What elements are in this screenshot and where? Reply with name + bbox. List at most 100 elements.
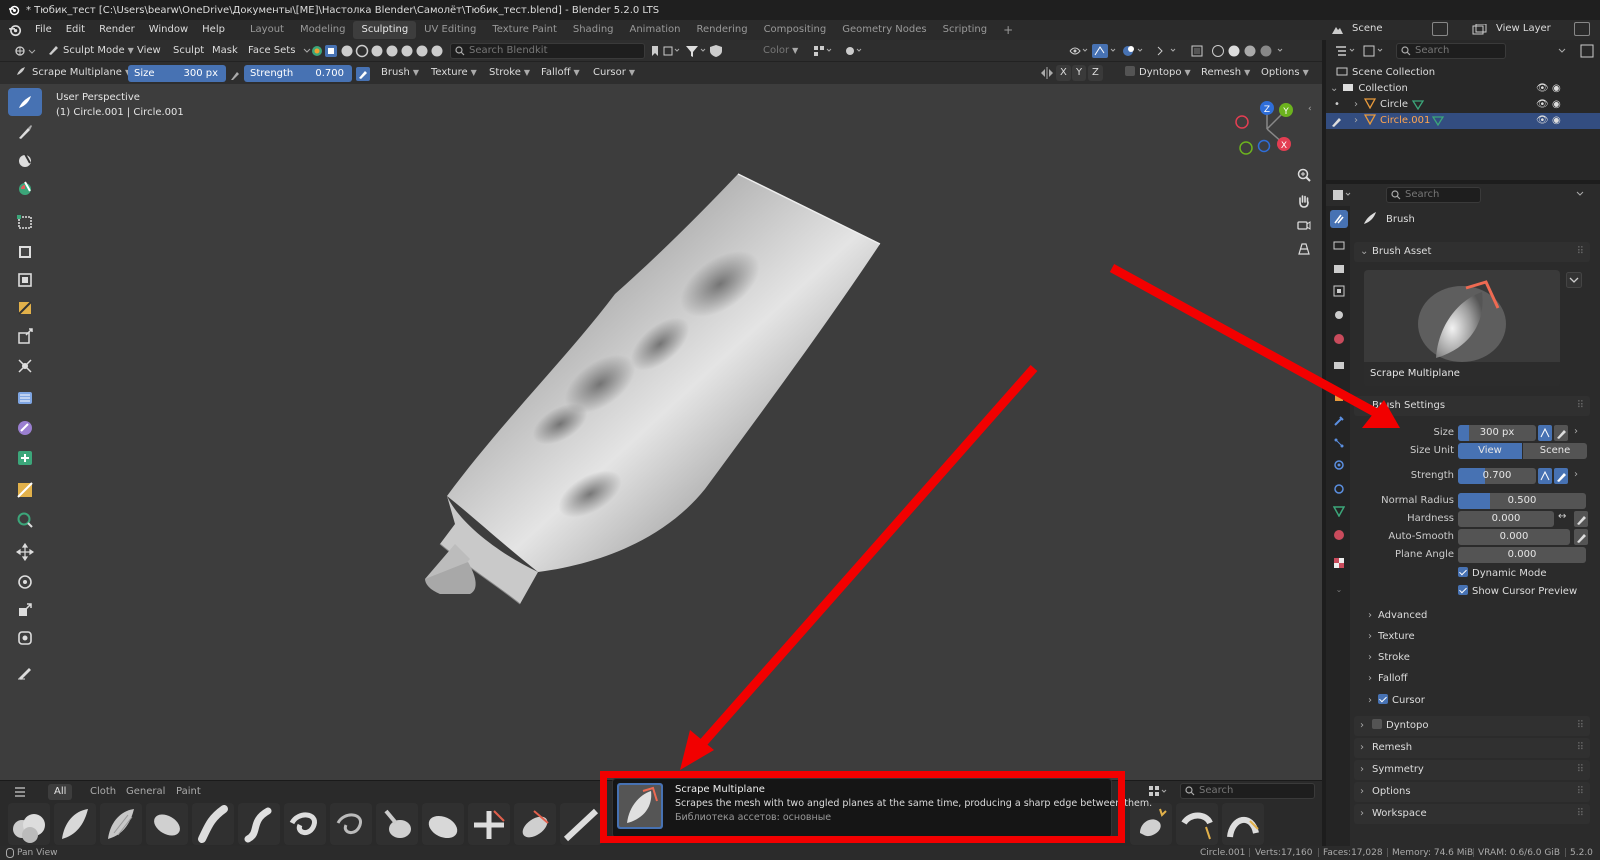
outliner-item-circle[interactable]: • › Circle 👁 ◉ — [1326, 97, 1600, 113]
shelf-category-cloth[interactable]: Cloth — [84, 784, 122, 800]
subpanel-advanced[interactable]: › Advanced — [1368, 610, 1427, 621]
strength-field[interactable]: Strength 0.700 — [244, 65, 352, 82]
tool-box-trim-icon[interactable] — [8, 294, 42, 322]
brush-thumb-draw[interactable] — [238, 803, 280, 845]
subpanel-stroke[interactable]: › Stroke — [1368, 652, 1410, 663]
tool-box-mask-icon[interactable] — [8, 208, 42, 236]
strength-pressure-icon[interactable] — [356, 67, 370, 81]
tab-sculpting[interactable]: Sculpting — [353, 21, 417, 39]
size-pressure-icon[interactable] — [229, 69, 241, 81]
brush-asset-dropdown-icon[interactable] — [1566, 272, 1582, 288]
tab-scripting[interactable]: Scripting — [935, 21, 995, 39]
tool-mesh-filter-icon[interactable] — [8, 352, 42, 380]
3d-viewport[interactable]: Z Y X — [0, 84, 1322, 780]
tool-box-hide-icon[interactable] — [8, 238, 42, 266]
tab-output-icon[interactable] — [1330, 260, 1348, 278]
tab-object-icon[interactable] — [1330, 388, 1348, 406]
circle-render-icon[interactable]: ◉ — [1552, 97, 1561, 113]
normal-radius-slider[interactable]: 0.500 — [1458, 493, 1586, 509]
hardness-slider[interactable]: 0.000 — [1458, 511, 1554, 527]
tab-rendering[interactable]: Rendering — [688, 21, 755, 39]
tool-face-set-expand-icon[interactable] — [8, 506, 42, 534]
tab-tool-icon[interactable] — [1330, 210, 1348, 228]
tab-texture-icon[interactable] — [1330, 554, 1348, 572]
menu-mask[interactable]: Mask — [207, 43, 243, 59]
symmetry-y-toggle[interactable]: Y — [1072, 65, 1087, 81]
subpanel-cursor[interactable]: › Cursor — [1368, 694, 1425, 706]
dyntopo-menu[interactable]: Dyntopo ▼ — [1120, 65, 1196, 81]
tool-box-face-set-icon[interactable] — [8, 266, 42, 294]
collection-render-icon[interactable]: ◉ — [1552, 81, 1561, 97]
viewport-shading-icons[interactable] — [1068, 44, 1318, 58]
brush-thumb-crease[interactable] — [192, 803, 234, 845]
tab-collection-icon[interactable] — [1330, 356, 1348, 374]
auto-smooth-slider[interactable]: 0.000 — [1458, 529, 1570, 545]
size-unit-view-option[interactable]: View — [1458, 443, 1522, 459]
strength-pressure-toggle-icons[interactable] — [1538, 468, 1568, 484]
brush-thumb-inflate[interactable] — [422, 803, 464, 845]
tab-texture-paint[interactable]: Texture Paint — [484, 21, 565, 39]
tab-compositing[interactable]: Compositing — [756, 21, 835, 39]
tab-modifier-icon[interactable] — [1330, 412, 1348, 430]
remesh-menu[interactable]: Remesh ▼ — [1196, 65, 1255, 81]
navigation-gizmo[interactable]: Z Y X — [1234, 98, 1300, 160]
tab-modeling[interactable]: Modeling — [292, 21, 354, 39]
falloff-menu[interactable]: Falloff ▼ — [536, 65, 585, 81]
perspective-toggle-icon[interactable] — [1292, 238, 1316, 260]
tab-world-icon[interactable] — [1330, 330, 1348, 348]
shelf-search-input[interactable]: Search — [1180, 783, 1315, 799]
size-field[interactable]: Size 300 px — [128, 65, 226, 82]
options-menu[interactable]: Options ▼ — [1256, 65, 1314, 81]
view-layer-name[interactable]: View Layer — [1496, 23, 1551, 34]
size-expand-icon[interactable]: › — [1574, 426, 1578, 437]
blendkit-toolbar-icons[interactable] — [302, 44, 452, 58]
scene-icon[interactable] — [1330, 24, 1344, 36]
tool-rotate-icon[interactable] — [8, 568, 42, 596]
tool-color-filter-icon[interactable] — [8, 414, 42, 442]
tool-mask-by-color-icon[interactable] — [8, 476, 42, 504]
properties-search-input[interactable]: Search — [1386, 187, 1481, 203]
tool-paint-icon[interactable] — [8, 118, 42, 146]
brush-thumb-elastic[interactable] — [330, 803, 372, 845]
tool-transform-icon[interactable] — [8, 624, 42, 652]
zoom-icon[interactable] — [1292, 164, 1316, 186]
brush-thumb-clay[interactable] — [54, 803, 96, 845]
size-slider[interactable]: 300 px — [1458, 425, 1536, 441]
menu-sculpt[interactable]: Sculpt — [168, 43, 209, 59]
panel-workspace[interactable]: › Workspace ⠿ — [1354, 804, 1590, 824]
dyntopo-checkbox[interactable] — [1125, 66, 1135, 76]
cursor-enable-checkbox[interactable] — [1378, 694, 1388, 704]
new-collection-icon[interactable] — [1580, 44, 1594, 58]
menu-face-sets[interactable]: Face Sets — [243, 43, 300, 59]
color-attribute-selector[interactable]: Color ▼ — [758, 43, 803, 59]
tab-scene-icon[interactable] — [1330, 306, 1348, 324]
tab-physics-icon[interactable] — [1330, 456, 1348, 474]
editor-type-icon[interactable] — [14, 44, 36, 58]
menu-help[interactable]: Help — [195, 20, 232, 40]
tab-view-layer-icon[interactable] — [1330, 282, 1348, 300]
tab-constraints-icon[interactable] — [1330, 480, 1348, 498]
camera-view-icon[interactable] — [1292, 214, 1316, 236]
brush-thumb-scrape[interactable] — [514, 803, 556, 845]
size-pressure-toggle-icons[interactable] — [1538, 425, 1568, 441]
brush-thumb-clay-strips[interactable] — [100, 803, 142, 845]
shelf-category-all[interactable]: All — [48, 784, 73, 800]
panel-options[interactable]: › Options ⠿ — [1354, 782, 1590, 802]
brush-thumb-clay-thumb[interactable] — [146, 803, 188, 845]
scene-name[interactable]: Scene — [1352, 23, 1383, 34]
brush-thumb-blob[interactable] — [8, 803, 50, 845]
new-scene-icon[interactable] — [1432, 22, 1448, 36]
show-cursor-preview-checkbox[interactable]: Show Cursor Preview — [1458, 585, 1577, 597]
tool-mask-icon[interactable] — [8, 146, 42, 174]
tool-move-icon[interactable] — [8, 538, 42, 566]
tool-edit-face-set-icon[interactable] — [8, 444, 42, 472]
filter-icon[interactable] — [1556, 46, 1568, 56]
hardness-pressure-icon[interactable] — [1574, 511, 1588, 527]
blendkit-search-input[interactable]: Search Blendkit — [450, 43, 645, 59]
tool-cloth-filter-icon[interactable] — [8, 384, 42, 412]
hardness-invert-icon[interactable]: ↔ — [1558, 511, 1566, 522]
shelf-menu-icon[interactable] — [14, 786, 26, 798]
tab-layout[interactable]: Layout — [242, 21, 292, 39]
tab-animation[interactable]: Animation — [622, 21, 689, 39]
circle-001-visibility-icon[interactable]: 👁 — [1536, 113, 1549, 129]
